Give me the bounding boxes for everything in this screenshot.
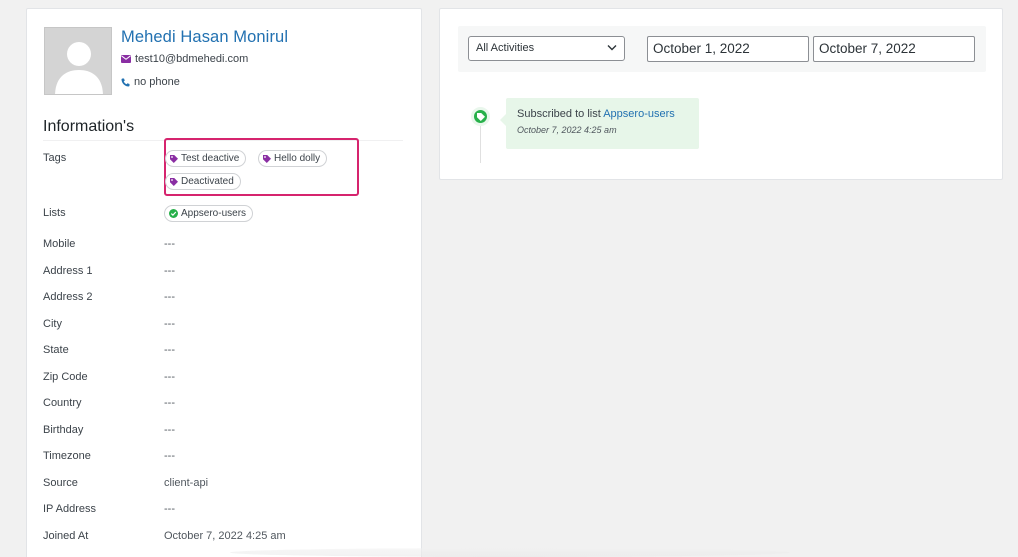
tag-icon: [263, 154, 271, 163]
tag-label: Test deactive: [181, 153, 240, 164]
list-label: Appsero-users: [181, 208, 247, 219]
tag-chip[interactable]: Hello dolly: [258, 150, 328, 167]
contact-name[interactable]: Mehedi Hasan Monirul: [121, 28, 288, 47]
field-label: Mobile: [43, 238, 76, 250]
tag-label: Hello dolly: [274, 153, 321, 164]
check-circle-icon: [169, 209, 178, 218]
field-label: Timezone: [43, 450, 91, 462]
tag-chip[interactable]: Test deactive: [165, 150, 247, 167]
field-value: ---: [164, 450, 175, 462]
field-label: Country: [43, 397, 82, 409]
activity-description: Subscribed to list Appsero-users: [517, 108, 699, 120]
field-label: Source: [43, 477, 78, 489]
field-value: ---: [164, 503, 175, 515]
tags-label: Tags: [43, 152, 67, 164]
date-from-input[interactable]: October 1, 2022: [647, 36, 809, 62]
field-label: State: [43, 344, 69, 356]
list-chip[interactable]: Appsero-users: [164, 205, 254, 222]
user-silhouette-icon: [45, 28, 111, 94]
field-value: ---: [164, 397, 175, 409]
contact-profile-panel: Mehedi Hasan Monirul test10@bdmehedi.com…: [26, 8, 422, 557]
field-value: ---: [164, 265, 175, 277]
activities-filter-bar: All Activities October 1, 2022 October 7…: [458, 26, 986, 72]
activity-type-value: All Activities: [476, 42, 535, 54]
timeline-marker: [471, 107, 490, 126]
information-title: Information's: [43, 118, 135, 135]
phone-text: no phone: [134, 76, 180, 88]
field-label: Zip Code: [43, 371, 88, 383]
field-value: ---: [164, 424, 175, 436]
activity-item: Subscribed to list Appsero-users October…: [500, 98, 699, 149]
field-value: ---: [164, 371, 175, 383]
tag-label: Deactivated: [181, 176, 234, 187]
field-value: October 7, 2022 4:25 am: [164, 530, 286, 542]
contact-phone: no phone: [121, 76, 180, 88]
lists-label: Lists: [43, 207, 66, 219]
field-label: IP Address: [43, 503, 96, 515]
field-label: Joined At: [43, 530, 89, 542]
email-text: test10@bdmehedi.com: [135, 53, 249, 65]
field-value: client-api: [164, 477, 209, 489]
field-label: City: [43, 318, 62, 330]
field-value: ---: [164, 291, 175, 303]
page-bottom-shadow: [230, 548, 790, 557]
activities-panel: All Activities October 1, 2022 October 7…: [439, 8, 1003, 180]
tag-icon: [170, 154, 178, 163]
tag-icon: [476, 112, 485, 121]
field-value: ---: [164, 318, 175, 330]
field-label: Address 2: [43, 291, 93, 303]
field-label: Address 1: [43, 265, 93, 277]
field-label: Birthday: [43, 424, 84, 436]
chevron-down-icon: [607, 45, 617, 51]
activity-timestamp: October 7, 2022 4:25 am: [517, 125, 617, 135]
activity-text: Subscribed to list: [517, 108, 601, 120]
activity-list-link[interactable]: Appsero-users: [603, 108, 675, 120]
activity-type-select[interactable]: All Activities: [468, 36, 625, 61]
avatar: [44, 27, 112, 95]
field-value: ---: [164, 344, 175, 356]
tag-chip[interactable]: Deactivated: [165, 173, 241, 190]
date-to-input[interactable]: October 7, 2022: [813, 36, 975, 62]
contact-email: test10@bdmehedi.com: [121, 53, 248, 65]
field-value: ---: [164, 238, 175, 250]
tag-icon: [170, 177, 178, 186]
envelope-icon: [121, 55, 131, 63]
phone-icon: [121, 78, 130, 86]
